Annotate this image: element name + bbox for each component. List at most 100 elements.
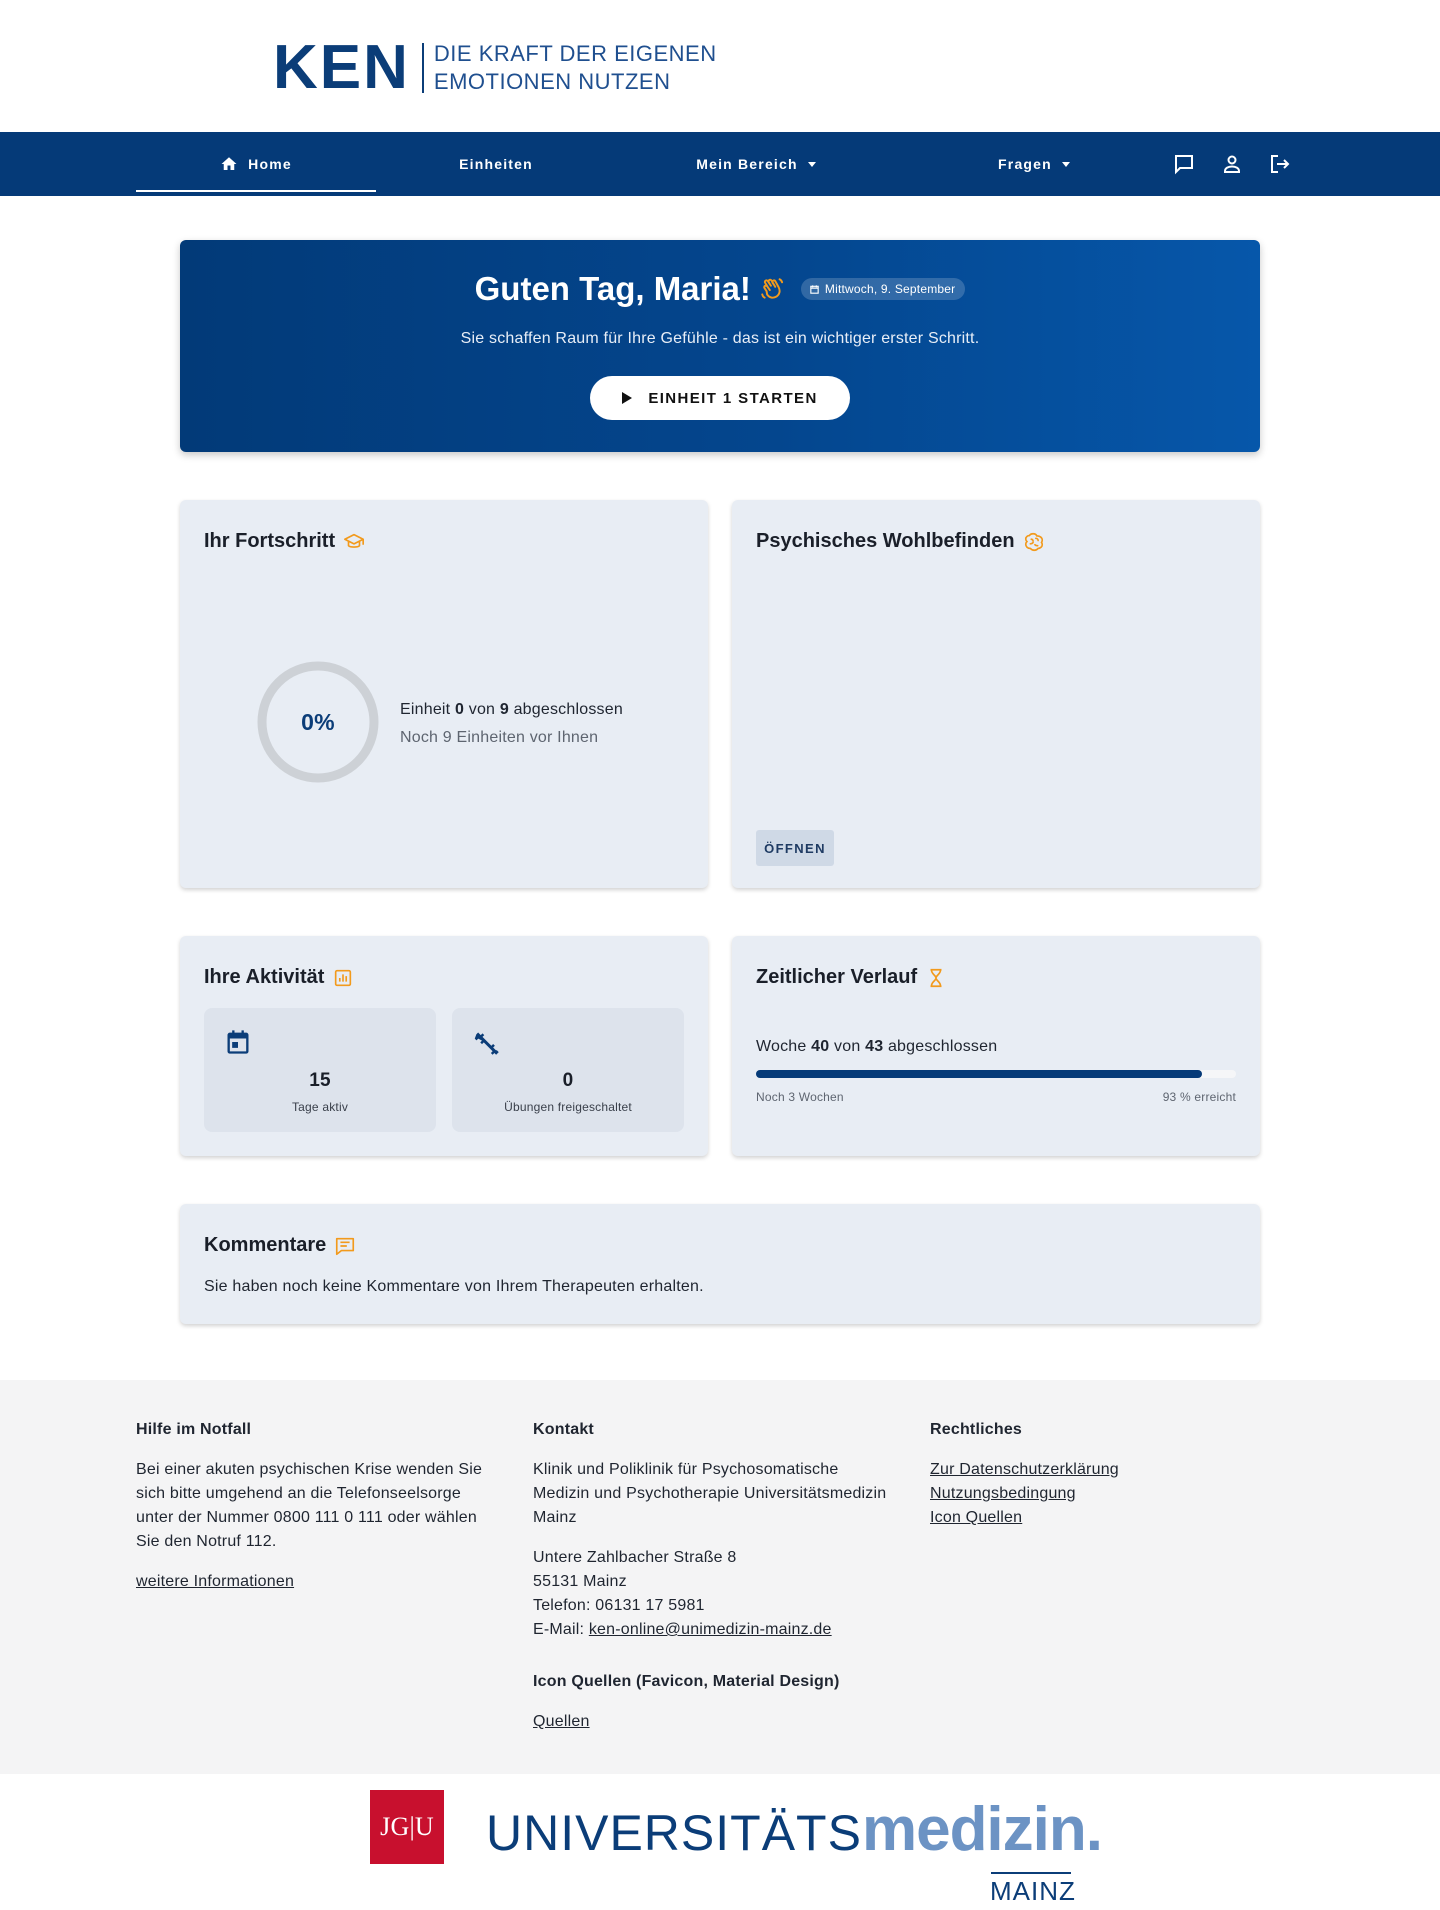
caret-down-icon (807, 161, 816, 167)
start-unit-label: EINHEIT 1 STARTEN (648, 389, 818, 407)
contact-phone: Telefon: 06131 17 5981 (533, 1597, 705, 1614)
activity-card: Ihre Aktivität 15 Tage aktiv 0 Übungen f… (180, 936, 708, 1156)
chat-icon[interactable] (1172, 152, 1196, 176)
units-done: 0 (454, 701, 465, 718)
comments-card-title: Kommentare (204, 1234, 356, 1257)
nav-home[interactable]: Home (136, 132, 376, 196)
emergency-title: Hilfe im Notfall (136, 1421, 252, 1438)
wellbeing-title-text: Psychisches Wohlbefinden (756, 530, 1015, 552)
brain-icon (1024, 532, 1043, 551)
main-nav: Home Einheiten Mein Bereich Fragen (0, 132, 1440, 196)
ken-logo[interactable]: KEN DIE KRAFT DER EIGENEN EMOTIONEN NUTZ… (273, 33, 717, 102)
date-text: Mittwoch, 9. September (824, 282, 956, 296)
logout-icon[interactable] (1268, 152, 1292, 176)
comments-title-text: Kommentare (204, 1234, 327, 1256)
days-active-tile: 15 Tage aktiv (204, 1008, 436, 1132)
unimedizin-logo[interactable]: UNIVERSITÄTS medizin. (486, 1794, 1103, 1865)
account-icon[interactable] (1220, 152, 1244, 176)
dumbbell-icon (474, 1032, 499, 1055)
mainz-label: MAINZ (990, 1876, 1076, 1906)
more-info-link[interactable]: weitere Informationen (136, 1570, 496, 1594)
unimedizin-logo-part2: medizin. (861, 1795, 1103, 1864)
email-link[interactable]: ken-online@unimedizin-mainz.de (589, 1621, 832, 1638)
days-active-label: Tage aktiv (291, 1100, 349, 1114)
caret-down-icon (1061, 161, 1070, 167)
timeline-percent-text: 93 % erreicht (1162, 1090, 1236, 1104)
week-suffix: abgeschlossen (887, 1038, 998, 1055)
open-wellbeing-button[interactable]: ÖFFNEN (756, 830, 834, 866)
waving-hand-icon (761, 278, 783, 299)
logo-text: KEN (273, 33, 410, 102)
jgu-logo[interactable]: JG|U (370, 1790, 444, 1864)
tagline-line-2: EMOTIONEN NUTZEN (433, 69, 671, 94)
timeline-card: Zeitlicher Verlauf Woche 40 von 43 abges… (732, 936, 1260, 1156)
exercises-tile: 0 Übungen freigeschaltet (452, 1008, 684, 1132)
nav-my-area-label: Mein Bereich (696, 156, 798, 172)
progress-card: Ihr Fortschritt 0% Einheit 0 von 9 abges… (180, 500, 708, 888)
nav-units-label: Einheiten (459, 156, 533, 172)
play-icon (622, 392, 633, 404)
terms-link[interactable]: Nutzungsbedingung (930, 1482, 1290, 1506)
footer-legal: Rechtliches Zur Datenschutzerklärung Nut… (930, 1418, 1290, 1530)
logo-divider (421, 43, 424, 93)
nav-questions-label: Fragen (998, 156, 1052, 172)
units-prefix: Einheit (400, 701, 451, 718)
days-active-value: 15 (309, 1070, 331, 1091)
week-prefix: Woche (756, 1038, 807, 1055)
contact-street: Untere Zahlbacher Straße 8 (533, 1549, 737, 1566)
weeks-completed-text: Woche 40 von 43 abgeschlossen (756, 1038, 997, 1056)
logo-tagline: DIE KRAFT DER EIGENEN EMOTIONEN NUTZEN (434, 40, 717, 96)
footer-emergency: Hilfe im Notfall Bei einer akuten psychi… (136, 1418, 496, 1594)
wellbeing-card-title: Psychisches Wohlbefinden (756, 530, 1045, 553)
date-chip: Mittwoch, 9. September (800, 278, 966, 300)
wellbeing-card: Psychisches Wohlbefinden ÖFFNEN (732, 500, 1260, 888)
week-total: 43 (865, 1038, 884, 1055)
emergency-text: Bei einer akuten psychischen Krise wende… (136, 1461, 483, 1550)
timeline-progress-bar (756, 1070, 1236, 1078)
icon-sources-link[interactable]: Icon Quellen (930, 1506, 1290, 1530)
progress-card-title: Ihr Fortschritt (204, 530, 365, 553)
activity-title-text: Ihre Aktivität (204, 966, 325, 988)
bar-chart-icon (335, 969, 352, 986)
progress-percent: 0% (301, 708, 335, 735)
nav-home-label: Home (248, 156, 292, 172)
privacy-link[interactable]: Zur Datenschutzerklärung (930, 1458, 1290, 1482)
start-unit-button[interactable]: EINHEIT 1 STARTEN (590, 376, 850, 420)
icon-sources-title: Icon Quellen (Favicon, Material Design) (533, 1673, 840, 1690)
footer: Hilfe im Notfall Bei einer akuten psychi… (0, 1380, 1440, 1774)
units-suffix: abgeschlossen (513, 701, 623, 718)
exercises-value: 0 (562, 1070, 574, 1091)
calendar-icon (227, 1030, 249, 1054)
contact-title: Kontakt (533, 1421, 594, 1438)
welcome-banner: Guten Tag, Maria! Mittwoch, 9. September… (180, 240, 1260, 452)
units-remaining-text: Noch 9 Einheiten vor Ihnen (400, 729, 599, 746)
tagline-line-1: DIE KRAFT DER EIGENEN (433, 41, 717, 66)
nav-my-area[interactable]: Mein Bereich (636, 132, 876, 196)
partner-logos: JG|U UNIVERSITÄTS medizin. MAINZ (0, 1774, 1440, 1906)
units-of: von (468, 701, 496, 718)
nav-units[interactable]: Einheiten (376, 132, 616, 196)
week-done: 40 (811, 1038, 830, 1055)
greeting-title: Guten Tag, Maria! (474, 270, 751, 307)
graduation-cap-icon (344, 533, 365, 548)
activity-card-title: Ihre Aktivität (204, 966, 354, 989)
hourglass-icon (930, 968, 942, 987)
hero-subtitle: Sie schaffen Raum für Ihre Gefühle - das… (460, 330, 980, 347)
mainz-divider (991, 1872, 1071, 1874)
units-completed-text: Einheit 0 von 9 abgeschlossen (400, 701, 623, 719)
contact-org: Klinik und Poliklinik für Psychosomatisc… (533, 1461, 887, 1526)
legal-title: Rechtliches (930, 1421, 1023, 1438)
nav-questions[interactable]: Fragen (914, 132, 1154, 196)
footer-contact: Kontakt Klinik und Poliklinik für Psycho… (533, 1418, 893, 1734)
header: KEN DIE KRAFT DER EIGENEN EMOTIONEN NUTZ… (0, 0, 1440, 132)
units-total: 9 (499, 701, 509, 718)
weeks-remaining-text: Noch 3 Wochen (756, 1090, 844, 1104)
unimedizin-logo-part1: UNIVERSITÄTS (486, 1805, 862, 1861)
sources-link[interactable]: Quellen (533, 1710, 893, 1734)
progress-title-text: Ihr Fortschritt (204, 530, 336, 552)
greeting-row: Guten Tag, Maria! Mittwoch, 9. September (180, 270, 1260, 308)
comments-card: Kommentare Sie haben noch keine Kommenta… (180, 1204, 1260, 1324)
timeline-card-title: Zeitlicher Verlauf (756, 966, 947, 989)
timeline-title-text: Zeitlicher Verlauf (756, 966, 918, 988)
contact-city: 55131 Mainz (533, 1573, 627, 1590)
